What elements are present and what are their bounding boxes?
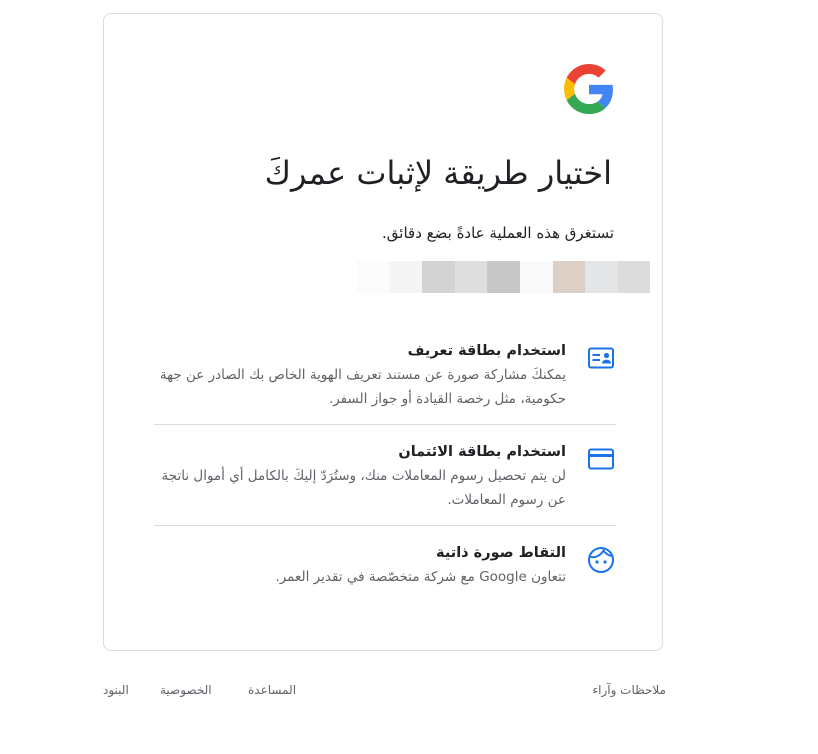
blurred-pixel — [585, 261, 618, 293]
blurred-pixel — [552, 261, 586, 293]
footer-terms-link[interactable]: البنود — [103, 683, 129, 697]
blurred-pixel — [389, 261, 423, 293]
blurred-account-identifier — [357, 261, 651, 293]
footer-privacy-link[interactable]: الخصوصية — [160, 683, 212, 697]
option-selfie[interactable]: التقاط صورة ذاتية تتعاون Google مع شركة … — [154, 526, 616, 606]
footer-feedback-link[interactable]: ملاحظات وآراء — [592, 683, 666, 697]
blurred-pixel — [422, 261, 455, 293]
page-subtitle: تستغرق هذه العملية عادةً بضع دقائق. — [382, 224, 614, 242]
blurred-pixel — [454, 261, 488, 293]
id-card-icon — [586, 343, 616, 373]
blurred-pixel — [487, 261, 520, 293]
option-credit-card[interactable]: استخدام بطاقة الائتمان لن يتم تحصيل رسوم… — [154, 425, 616, 526]
option-description: يمكنكَ مشاركة صورة عن مستند تعريف الهوية… — [159, 367, 566, 407]
blurred-pixel — [519, 261, 553, 293]
credit-card-icon — [586, 444, 616, 474]
face-icon — [586, 545, 616, 575]
option-title: التقاط صورة ذاتية — [436, 545, 566, 561]
page-title: اختيار طريقة لإثبات عمركَ — [264, 154, 612, 192]
option-title: استخدام بطاقة تعريف — [407, 343, 566, 359]
option-id-card[interactable]: استخدام بطاقة تعريف يمكنكَ مشاركة صورة ع… — [154, 324, 616, 425]
option-description: لن يتم تحصيل رسوم المعاملات منك، وستُرَد… — [161, 468, 566, 508]
option-title: استخدام بطاقة الائتمان — [398, 444, 566, 460]
blurred-pixel — [357, 261, 390, 293]
option-description: تتعاون Google مع شركة متخصّصة في تقدير ا… — [275, 569, 566, 585]
verification-card: اختيار طريقة لإثبات عمركَ تستغرق هذه الع… — [103, 13, 663, 651]
blurred-pixel — [617, 261, 651, 293]
footer-help-link[interactable]: المساعدة — [248, 683, 296, 697]
google-logo — [564, 64, 613, 114]
